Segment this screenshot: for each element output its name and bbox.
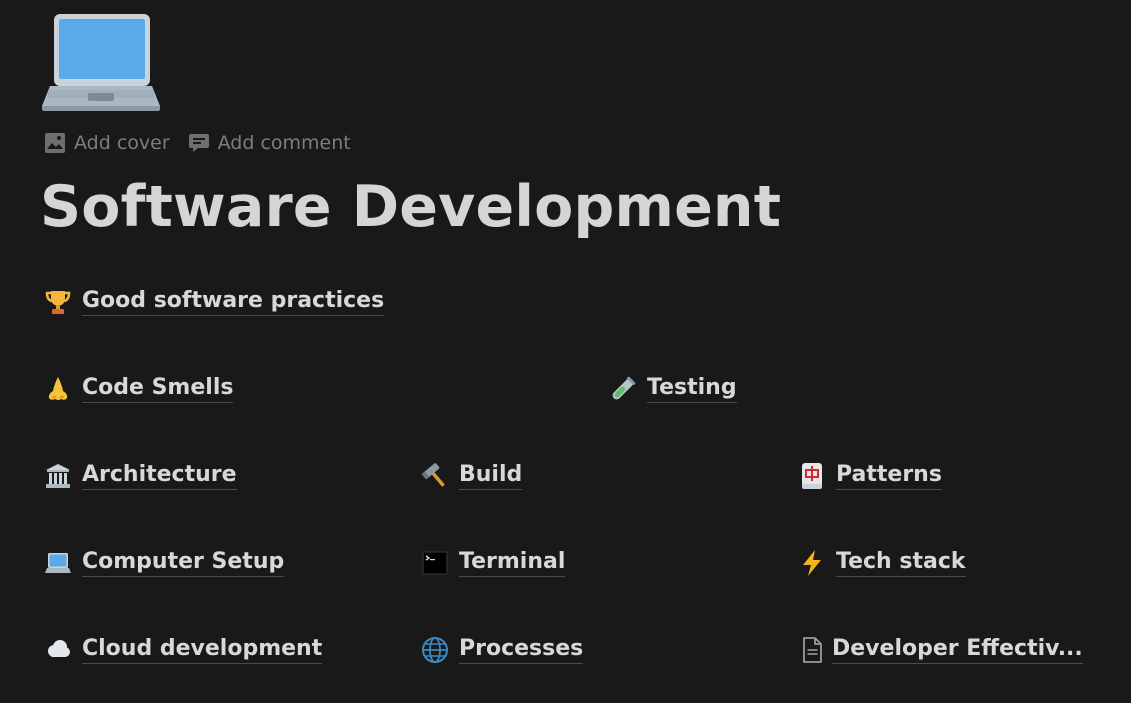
lightning-icon: [798, 549, 826, 577]
link-label: Architecture: [82, 462, 237, 490]
cloud-icon: [44, 636, 72, 664]
link-label: Build: [459, 462, 523, 490]
add-comment-button[interactable]: Add comment: [188, 132, 351, 154]
page-title[interactable]: Software Development: [40, 174, 781, 240]
link-label: Good software practices: [82, 288, 385, 316]
hammer-icon: [421, 462, 449, 490]
link-label: Cloud development: [82, 636, 323, 664]
link-label: Testing: [647, 375, 737, 403]
link-label: Code Smells: [82, 375, 234, 403]
link-label: Processes: [459, 636, 584, 664]
link-label: Computer Setup: [82, 549, 285, 577]
page-icon: [798, 636, 826, 664]
link-tech-stack[interactable]: Tech stack: [798, 546, 966, 580]
add-cover-label: Add cover: [74, 132, 170, 154]
add-comment-label: Add comment: [217, 132, 351, 154]
link-patterns[interactable]: Patterns: [798, 459, 942, 493]
link-architecture[interactable]: Architecture: [44, 459, 237, 493]
page-controls: Add cover Add comment: [44, 132, 351, 154]
nose-icon: [44, 375, 72, 403]
classical-building-icon: [44, 462, 72, 490]
link-testing[interactable]: Testing: [609, 372, 737, 406]
link-developer-effectiveness[interactable]: Developer Effectiv...: [798, 633, 1083, 667]
link-good-software-practices[interactable]: Good software practices: [44, 285, 385, 319]
link-processes[interactable]: Processes: [421, 633, 584, 667]
terminal-icon: [421, 549, 449, 577]
link-label: Terminal: [459, 549, 566, 577]
link-computer-setup[interactable]: Computer Setup: [44, 546, 285, 580]
add-cover-button[interactable]: Add cover: [44, 132, 170, 154]
test-tube-icon: [609, 375, 637, 403]
globe-icon: [421, 636, 449, 664]
link-terminal[interactable]: Terminal: [421, 546, 566, 580]
laptop-icon: [44, 549, 72, 577]
image-icon: [44, 132, 66, 154]
link-label: Developer Effectiv...: [832, 636, 1083, 664]
notion-page: Add cover Add comment Software Developme…: [0, 0, 1131, 703]
link-code-smells[interactable]: Code Smells: [44, 372, 234, 406]
link-cloud-development[interactable]: Cloud development: [44, 633, 323, 667]
link-label: Tech stack: [836, 549, 966, 577]
comment-icon: [188, 132, 210, 154]
laptop-icon[interactable]: [40, 12, 162, 114]
link-label: Patterns: [836, 462, 942, 490]
link-build[interactable]: Build: [421, 459, 523, 493]
trophy-icon: [44, 288, 72, 316]
mahjong-tile-icon: [798, 462, 826, 490]
